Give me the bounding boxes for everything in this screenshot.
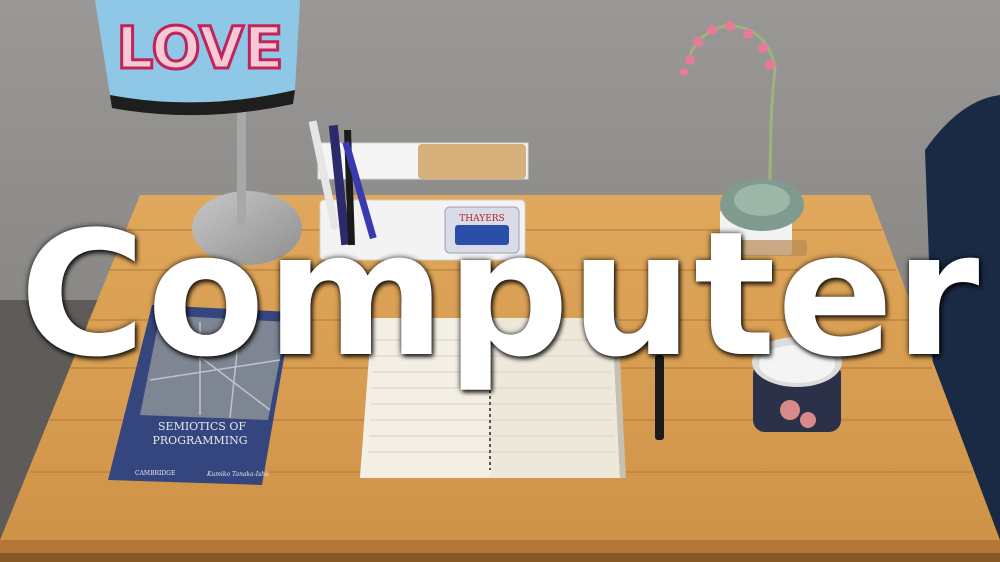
photo-scene: LOVE THAYERS SEMIOTICS OF PROGRAMMING CA… <box>0 0 1000 562</box>
lamp-shade-text: LOVE <box>116 14 283 82</box>
book-author: Kumiko Tanaka-Ishii <box>206 471 269 478</box>
book-publisher: CAMBRIDGE <box>135 470 175 477</box>
overlay-caption: Computer <box>19 194 981 395</box>
book-title-line2: PROGRAMMING <box>153 434 248 447</box>
book-title-line1: SEMIOTICS OF <box>158 420 246 433</box>
desk-apron-shadow <box>0 553 1000 562</box>
